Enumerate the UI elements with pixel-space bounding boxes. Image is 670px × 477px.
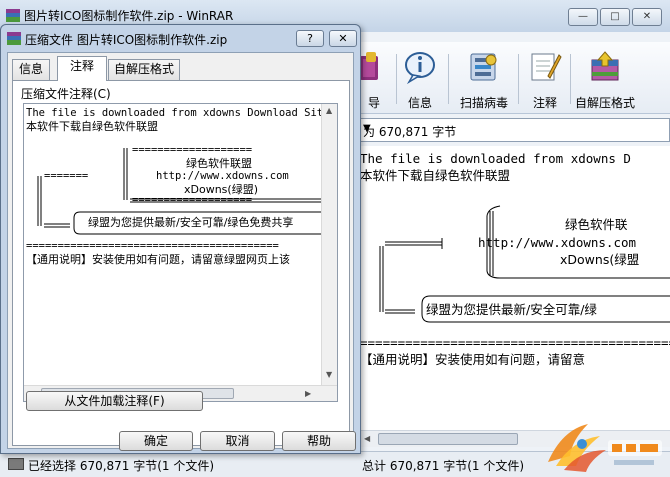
comment-line: 绿盟为您提供最新/安全可靠/绿 <box>426 302 597 317</box>
toolbar-separator <box>396 54 397 104</box>
comment-textarea[interactable]: The file is downloaded from xdowns Downl… <box>23 103 338 402</box>
winrar-icon <box>6 9 20 22</box>
comment-text-area[interactable]: The file is downloaded from xdowns Downl… <box>24 104 322 384</box>
main-toolbar: 导 信息 扫描病毒 注释 自解压格式 <box>360 42 670 114</box>
archive-comment-view: The file is downloaded from xdowns D 本软件… <box>360 146 670 430</box>
comment-label: 压缩文件注释(C) <box>21 87 111 101</box>
ok-button[interactable]: 确定 <box>119 431 193 451</box>
status-selected: 已经选择 670,871 字节(1 个文件) <box>28 459 215 473</box>
sfx-icon <box>588 50 622 84</box>
comment-line: 绿色软件联 <box>565 217 628 232</box>
toolbar-separator <box>448 54 449 104</box>
toolbar-sfx-button[interactable]: 自解压格式 <box>572 50 638 112</box>
scroll-up-icon[interactable]: ▲ <box>326 106 332 115</box>
comment-line: ======================================== <box>26 240 279 252</box>
toolbar-separator <box>570 54 571 104</box>
ascii-art-frame <box>379 205 670 323</box>
maximize-button[interactable]: □ <box>600 8 630 26</box>
archive-properties-dialog: 压缩文件 图片转ICO图标制作软件.zip ? ✕ 信息 注释 自解压格式 压缩… <box>0 24 361 454</box>
cancel-button[interactable]: 取消 <box>200 431 275 451</box>
dialog-title: 压缩文件 图片转ICO图标制作软件.zip <box>25 33 228 47</box>
comment-line: ======= <box>44 170 89 182</box>
toolbar-info-button[interactable]: 信息 <box>400 50 440 112</box>
comment-line: 绿盟为您提供最新/安全可靠/绿色免费共享 <box>88 216 294 229</box>
comment-line: http://www.xdowns.com <box>156 170 289 182</box>
window-title: 图片转ICO图标制作软件.zip - WinRAR <box>24 9 234 23</box>
scroll-left-icon[interactable]: ◀ <box>364 434 370 443</box>
scroll-down-icon[interactable]: ▼ <box>326 370 332 379</box>
archive-icon <box>7 32 21 45</box>
path-bar[interactable]: 为 670,871 字节 ▼ <box>360 118 670 142</box>
help-button[interactable]: 帮助 <box>282 431 356 451</box>
dialog-titlebar: 压缩文件 图片转ICO图标制作软件.zip ? ✕ <box>1 25 360 51</box>
vertical-scrollbar[interactable]: ▲ ▼ <box>321 104 337 386</box>
tab-info[interactable]: 信息 <box>12 59 50 80</box>
toolbar-comment-button[interactable]: 注释 <box>524 50 566 112</box>
comment-line: =================== <box>132 144 253 156</box>
toolbar-book-button[interactable]: 导 <box>360 50 388 112</box>
tab-sfx[interactable]: 自解压格式 <box>108 59 180 80</box>
comment-line: ========================================… <box>360 335 670 350</box>
help-caption-button[interactable]: ? <box>296 30 324 47</box>
comment-line: =================== <box>132 194 253 206</box>
info-icon <box>403 50 437 85</box>
watermark-logo-icon <box>548 424 662 472</box>
minimize-button[interactable]: — <box>568 8 598 26</box>
close-window-button[interactable]: ✕ <box>632 8 662 26</box>
comment-line: 【通用说明】安装使用如有问题，请留意 <box>360 352 586 367</box>
comment-line: 绿色软件联盟 <box>186 157 252 170</box>
virus-scan-icon <box>467 50 501 84</box>
comment-line: xDowns(绿盟 <box>560 252 640 267</box>
drive-icon <box>8 458 24 470</box>
load-comment-button[interactable]: 从文件加载注释(F) <box>26 391 203 411</box>
scrollbar-thumb[interactable] <box>378 433 518 445</box>
comment-icon <box>528 50 562 84</box>
scroll-right-icon[interactable]: ▶ <box>305 389 311 398</box>
close-dialog-button[interactable]: ✕ <box>329 30 357 47</box>
comment-line: http://www.xdowns.com <box>478 235 637 250</box>
chevron-down-icon[interactable]: ▼ <box>363 123 665 134</box>
toolbar-virus-scan-button[interactable]: 扫描病毒 <box>456 50 512 112</box>
book-icon <box>360 50 394 84</box>
toolbar-separator <box>518 54 519 104</box>
tab-comment[interactable]: 注释 <box>57 56 107 81</box>
comment-line: 【通用说明】安装使用如有问题，请留意绿盟网页上该 <box>26 253 290 266</box>
status-total: 总计 670,871 字节(1 个文件) <box>362 459 525 473</box>
